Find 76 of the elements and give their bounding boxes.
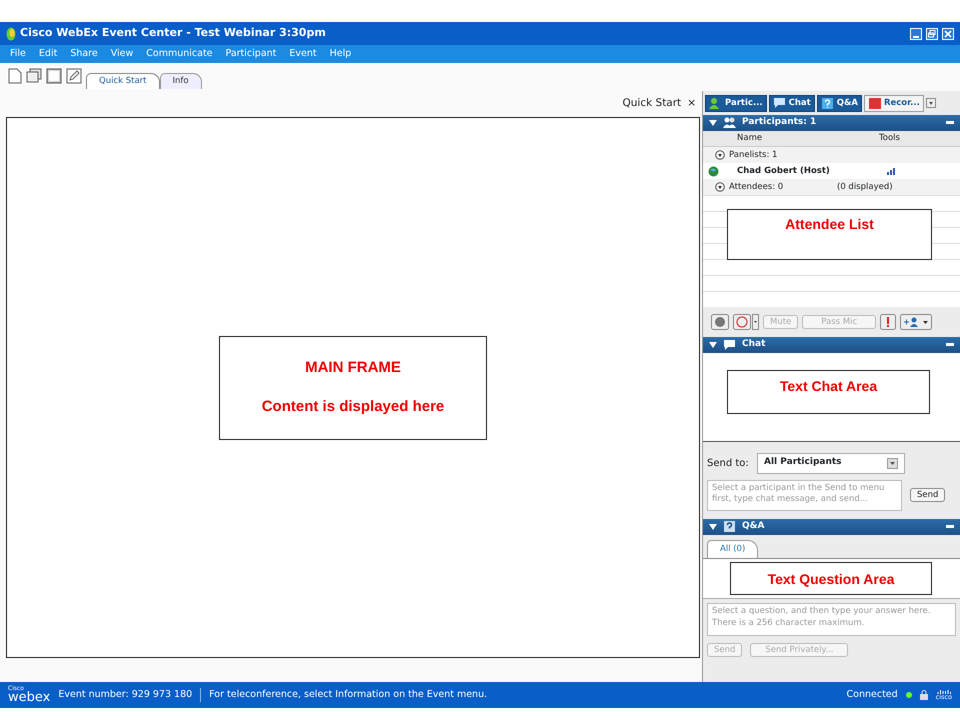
send-to-label: Send to: [707, 456, 749, 470]
group-label: Panelists: 1 [729, 148, 778, 162]
question-icon [723, 521, 736, 533]
expand-toggle-icon[interactable] [715, 150, 725, 160]
lock-icon [920, 690, 928, 700]
people-icon [723, 117, 736, 129]
annotation-title: MAIN FRAME [305, 358, 401, 378]
add-person-icon[interactable] [900, 314, 932, 330]
minimize-icon[interactable] [946, 121, 954, 125]
minimize-icon[interactable] [910, 28, 922, 40]
panel-header[interactable]: Participants: 1 [703, 115, 960, 131]
frame-title: Quick Start [622, 96, 682, 112]
panel-tab[interactable]: Partic... [705, 94, 767, 112]
panel-title: Chat [742, 338, 766, 352]
annotation-box: Text Question Area [730, 562, 932, 595]
panel-title: Q&A [742, 520, 764, 534]
panel-tab[interactable]: Chat [768, 94, 815, 112]
message-field[interactable]: Select a participant in the Send to menu first, type chat message, and send... [707, 480, 902, 510]
menu-item[interactable]: Edit [38, 46, 58, 62]
globe-icon [708, 166, 719, 176]
menu-item[interactable]: File [10, 46, 26, 62]
person-icon [709, 96, 722, 110]
chat-bubble-icon [723, 339, 736, 351]
alert-button-icon[interactable] [880, 314, 896, 330]
menu-item[interactable]: Help [330, 46, 352, 62]
display-count: (0 displayed) [837, 180, 893, 194]
filter-tab[interactable]: All (0) [707, 540, 758, 558]
column-header: Tools [879, 132, 900, 145]
panel-header[interactable]: Q&A [703, 519, 960, 535]
chat-bubble-icon [772, 96, 786, 110]
panel-header[interactable]: Chat [703, 337, 960, 353]
menu-item[interactable]: Participant [226, 46, 276, 62]
restore-icon[interactable] [926, 28, 938, 40]
event-number: Event number: 929 973 180 [58, 688, 192, 702]
edit-icon[interactable] [66, 68, 82, 84]
document-tab[interactable]: Quick Start [86, 73, 160, 89]
webex-logo: webex [8, 692, 50, 704]
cisco-bars-icon [936, 689, 951, 694]
close-icon[interactable] [942, 28, 954, 40]
question-icon [820, 96, 834, 110]
app-logo-icon [6, 26, 16, 40]
minimize-icon[interactable] [946, 525, 954, 529]
panel-title: Participants: 1 [742, 116, 816, 130]
minimize-icon[interactable] [946, 343, 954, 347]
menu-item[interactable]: Share [70, 46, 98, 62]
participant-name[interactable]: Chad Gobert (Host) [737, 164, 887, 178]
status-dot-icon [906, 692, 912, 698]
emoticon-button-icon[interactable] [733, 314, 759, 330]
recipient-dropdown[interactable]: All Participants [757, 452, 905, 474]
windows-icon[interactable] [26, 68, 42, 84]
close-button[interactable]: × [687, 96, 696, 112]
connection-status: Connected [846, 688, 898, 702]
teleconference-note: For teleconference, select Information on the Event menu. [200, 688, 488, 702]
document-tab[interactable]: Info [160, 73, 202, 89]
menu-item[interactable]: Communicate [146, 46, 213, 62]
answer-field[interactable]: Select a question, and then type your answer here. There is a 256 character maximum. [707, 602, 956, 636]
record-button-icon[interactable] [711, 314, 729, 330]
panel-tab[interactable]: Q&A [816, 94, 862, 112]
collapse-arrow-icon[interactable] [709, 524, 717, 530]
document-icon[interactable] [8, 68, 22, 84]
signal-bars-icon [887, 168, 895, 174]
annotation-box: Text Chat Area [727, 370, 930, 414]
annotation-text: Content is displayed here [262, 396, 444, 416]
group-label: Attendees: 0 [729, 180, 784, 194]
send-button[interactable]: Send [910, 488, 946, 502]
annotation-box: Attendee List [727, 209, 932, 260]
window-icon[interactable] [46, 68, 62, 84]
collapse-arrow-icon[interactable] [709, 342, 717, 348]
menu-icon[interactable] [926, 98, 936, 108]
column-header: Name [736, 132, 764, 145]
menu-item[interactable]: Event [289, 46, 317, 62]
menu-item[interactable]: View [110, 46, 134, 62]
expand-toggle-icon[interactable] [715, 182, 725, 192]
collapse-arrow-icon[interactable] [709, 120, 717, 126]
record-icon [868, 96, 881, 110]
window-title: Cisco WebEx Event Center - Test Webinar 3:30pm [20, 25, 326, 42]
